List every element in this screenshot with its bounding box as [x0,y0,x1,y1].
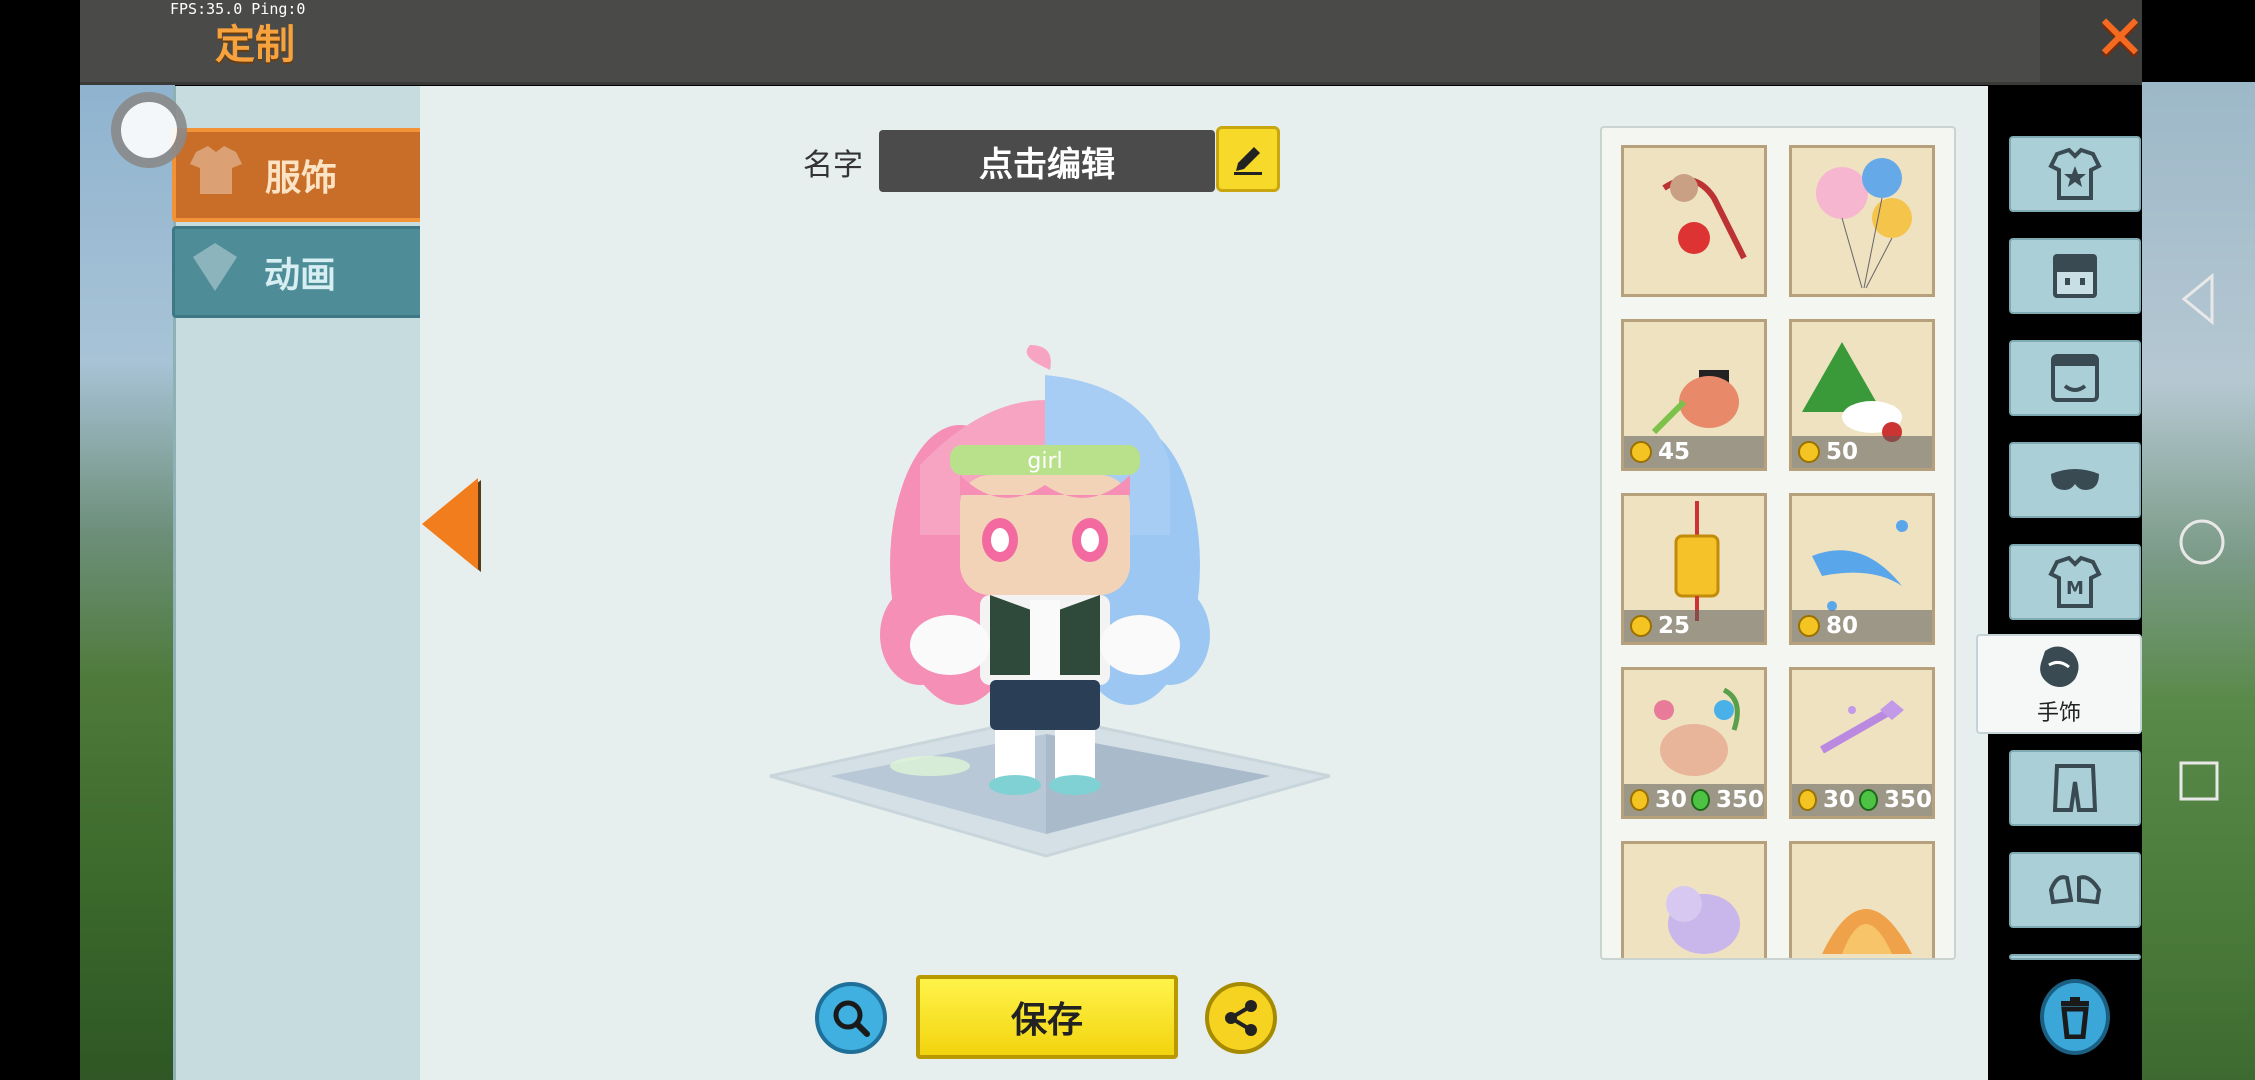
pants-icon [2052,764,2098,812]
item-card[interactable]: 25 [1621,493,1767,645]
glove-icon [2040,646,2079,687]
zoom-button[interactable] [815,982,887,1054]
tab-animation[interactable]: 动画 [172,226,428,318]
coin-icon [1630,789,1649,811]
price-tag: 30 350 [1624,784,1764,816]
unicorn-plush-icon [1666,886,1740,954]
price-tag: 50 [1792,436,1932,468]
background-scenery-right [2142,82,2255,1080]
name-label: 名字 [803,148,863,183]
cube-icon [193,243,237,291]
item-card[interactable]: 50 [1789,319,1935,471]
category-face[interactable] [2009,340,2141,416]
edit-name-button[interactable] [1216,126,1280,192]
price-tag: 30 350 [1792,784,1932,816]
trash-icon [2061,997,2089,1039]
item-card[interactable]: 80 [1789,493,1935,645]
coin-price: 25 [1658,613,1691,639]
coin-icon [1630,615,1652,637]
tab-costume[interactable]: 服饰 [172,128,430,222]
shoes-icon [2048,875,2102,905]
category-top[interactable] [2009,136,2141,212]
coin-icon [1798,615,1820,637]
close-button[interactable]: ✕ [2090,7,2150,69]
category-pants[interactable] [2009,750,2141,826]
price-tag: 25 [1624,610,1764,642]
tab-animation-label: 动画 [263,255,336,296]
gem-icon [1859,789,1878,811]
item-card[interactable] [1789,145,1935,297]
category-hair[interactable] [2009,238,2141,314]
tab-costume-label: 服饰 [264,158,337,199]
price-tag: 80 [1792,610,1932,642]
coin-icon [1630,441,1652,463]
phoenix-fan-icon [1822,909,1912,954]
tshirt-icon: M [2048,555,2102,608]
coin-icon [1798,789,1817,811]
shirt-icon [190,146,242,194]
face-icon [2051,354,2099,402]
item-grid: 45 50 25 80 30 350 30 350 [1600,126,1956,960]
pencil-icon [1234,147,1262,175]
coin-icon [1798,441,1820,463]
balloons-icon [1816,158,1912,289]
category-accessory-label: 手饰 [2036,701,2081,726]
previous-arrow[interactable] [422,478,478,570]
item-card[interactable]: 30 350 [1621,667,1767,819]
background-scenery-left [80,82,175,1080]
coin-price: 50 [1826,439,1859,465]
back-nav-icon[interactable] [2178,272,2218,326]
dragon-kite-icon [1662,174,1747,260]
item-card[interactable]: 45 [1621,319,1767,471]
item-card[interactable] [1789,841,1935,958]
coin-price: 80 [1826,613,1859,639]
category-shoes[interactable] [2009,852,2141,928]
close-icon: ✕ [2094,1,2146,74]
svg-text:M: M [2066,578,2084,599]
recents-nav-icon[interactable] [2178,760,2220,802]
shirt-star-icon [2048,147,2102,200]
magnifier-icon [833,1000,870,1037]
screen-record-button[interactable] [111,92,187,168]
coin-price: 30 [1654,787,1687,813]
category-mask[interactable] [2009,442,2141,518]
page-title: 定制 [215,22,295,68]
top-bar [80,0,2142,85]
coin-price: 30 [1822,787,1855,813]
svg-text:girl: girl [1027,449,1062,474]
home-nav-icon[interactable] [2178,518,2226,566]
name-field[interactable]: 点击编辑 [879,130,1215,192]
gem-icon [1691,789,1710,811]
price-tag: 45 [1624,436,1764,468]
item-card[interactable] [1621,145,1767,297]
mask-icon [2051,469,2099,490]
avatar-character: girl [880,345,1210,795]
hair-face-icon [2053,254,2097,298]
gem-price: 350 [1715,787,1764,813]
item-card[interactable] [1621,841,1767,958]
save-button[interactable]: 保存 [916,975,1178,1059]
category-accessory[interactable]: 手饰 [1976,634,2142,734]
delete-button[interactable] [2040,979,2110,1055]
share-icon [1225,1000,1257,1036]
category-top-shirt[interactable]: M [2009,544,2141,620]
share-button[interactable] [1205,982,1277,1054]
category-more[interactable] [2009,954,2141,960]
item-card[interactable]: 30 350 [1789,667,1935,819]
coin-price: 45 [1658,439,1691,465]
gem-price: 350 [1883,787,1932,813]
